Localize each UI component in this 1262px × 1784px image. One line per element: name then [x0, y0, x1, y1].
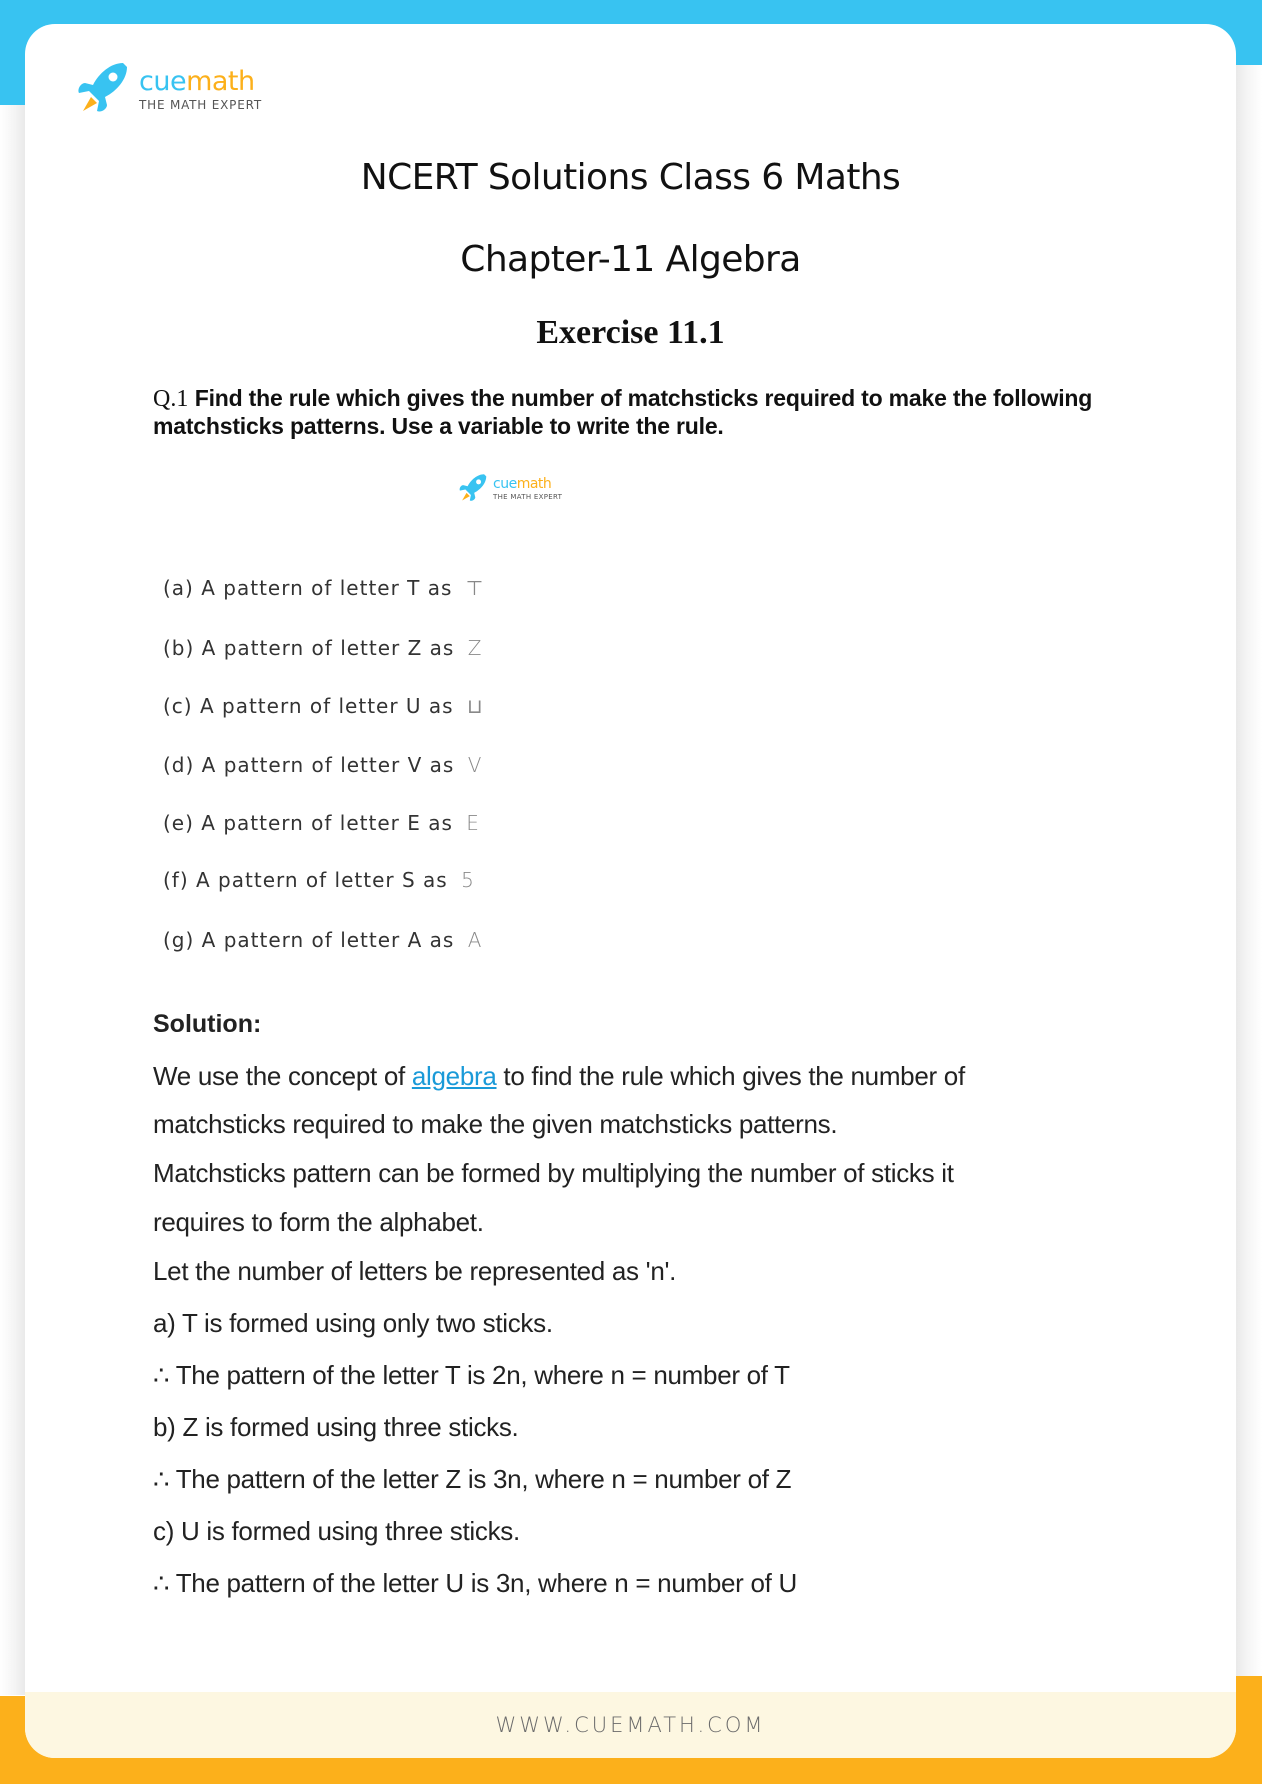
logo-tagline: THE MATH EXPERT: [493, 493, 563, 501]
logo-wordmark: cuemath: [493, 477, 562, 492]
page-title: NCERT Solutions Class 6 Maths: [360, 157, 901, 198]
pattern-glyph: A: [467, 928, 483, 952]
question-number: Q.1: [153, 386, 189, 412]
option-item: (g) A pattern of letter A as A: [163, 928, 482, 952]
option-text: A pattern of letter Z as: [201, 636, 455, 660]
chapter-title: Chapter-11 Algebra: [460, 239, 801, 280]
bottom-banner: [0, 1758, 1262, 1784]
option-item: (a) A pattern of letter T as ⊤: [163, 576, 484, 600]
pattern-glyph: V: [467, 753, 483, 777]
logo-cue: cue: [493, 476, 517, 492]
option-label: (g): [163, 928, 195, 952]
logo-tagline: THE MATH EXPERT: [139, 98, 262, 112]
solution-intro-line2: matchsticks required to make the given m…: [153, 1109, 838, 1139]
option-label: (e): [163, 811, 194, 835]
solution-step: c) U is formed using three sticks.: [153, 1516, 520, 1546]
solution-step: ∴ The pattern of the letter T is 2n, whe…: [153, 1360, 790, 1390]
pattern-glyph: ⊤: [465, 576, 485, 600]
cuemath-logo[interactable]: cuemath THE MATH EXPERT: [71, 59, 262, 121]
solution-step: b) Z is formed using three sticks.: [153, 1412, 519, 1442]
inline-cuemath-logo: cuemath THE MATH EXPERT: [455, 472, 562, 506]
solution-para2-line1: Matchsticks pattern can be formed by mul…: [153, 1158, 954, 1188]
rocket-icon: [459, 474, 487, 501]
pattern-glyph: Z: [467, 636, 483, 660]
solution-let-line: Let the number of letters be represented…: [153, 1256, 677, 1286]
option-label: (d): [163, 753, 195, 777]
intro-text: to find the rule which gives the number …: [496, 1061, 965, 1091]
rocket-icon: [78, 63, 127, 112]
solution-intro-line1: We use the concept of algebra to find th…: [153, 1061, 965, 1092]
pattern-glyph: 5: [461, 868, 475, 892]
exercise-title: Exercise 11.1: [536, 314, 725, 351]
option-item: (b) A pattern of letter Z as Z: [163, 636, 482, 660]
intro-text: We use the concept of: [153, 1061, 412, 1091]
option-label: (a): [163, 576, 194, 600]
option-text: A pattern of letter V as: [201, 753, 455, 777]
option-item: (d) A pattern of letter V as V: [163, 753, 482, 777]
pattern-glyph: E: [466, 811, 480, 835]
option-text: A pattern of letter A as: [201, 928, 455, 952]
right-shadow: [1236, 65, 1262, 1676]
solution-step: ∴ The pattern of the letter Z is 3n, whe…: [153, 1464, 792, 1494]
question-block: Q.1 Find the rule which gives the number…: [153, 385, 1133, 440]
logo-math: math: [516, 476, 552, 492]
option-item: (e) A pattern of letter E as E: [163, 811, 480, 835]
option-text: A pattern of letter S as: [196, 868, 448, 892]
option-text: A pattern of letter U as: [199, 694, 454, 718]
option-label: (c): [163, 694, 193, 718]
option-text: A pattern of letter E as: [201, 811, 453, 835]
top-banner: [0, 0, 1262, 24]
option-text: A pattern of letter T as: [201, 576, 453, 600]
logo-math: math: [186, 66, 255, 97]
algebra-link[interactable]: algebra: [412, 1061, 497, 1091]
solution-para2-line2: requires to form the alphabet.: [153, 1207, 484, 1237]
left-shadow: [0, 105, 25, 1695]
footer-url[interactable]: WWW.CUEMATH.COM: [496, 1713, 766, 1737]
logo-cue: cue: [139, 66, 187, 97]
logo-wordmark: cuemath: [139, 68, 262, 96]
question-text: Find the rule which gives the number of …: [153, 385, 1093, 439]
page-card: cuemath THE MATH EXPERT NCERT Solutions …: [25, 24, 1236, 1758]
option-item: (c) A pattern of letter U as ⊔: [163, 694, 484, 718]
footer: WWW.CUEMATH.COM: [25, 1692, 1236, 1758]
option-label: (f): [163, 868, 189, 892]
solution-step: a) T is formed using only two sticks.: [153, 1308, 553, 1338]
solution-step: ∴ The pattern of the letter U is 3n, whe…: [153, 1568, 797, 1598]
option-label: (b): [163, 636, 195, 660]
option-item: (f) A pattern of letter S as 5: [163, 868, 475, 892]
pattern-glyph: ⊔: [466, 694, 484, 718]
solution-heading: Solution:: [153, 1010, 262, 1038]
